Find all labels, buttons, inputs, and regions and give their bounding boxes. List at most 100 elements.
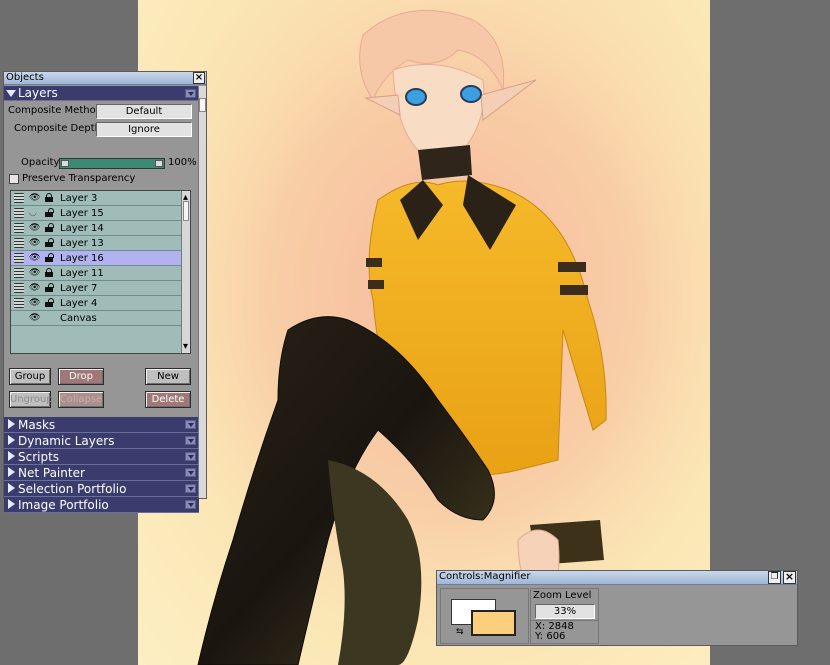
section-menu-icon[interactable] (185, 436, 196, 445)
layer-item[interactable]: ◡ Layer 15 (11, 206, 182, 221)
composite-method-dropdown[interactable]: Default (96, 104, 192, 119)
layer-name: Canvas (60, 313, 97, 324)
opacity-increase-icon[interactable] (155, 160, 163, 167)
collapse-button[interactable]: Collapse (58, 391, 104, 408)
scripts-section-header[interactable]: Scripts (4, 449, 199, 465)
objects-palette-titlebar[interactable]: Objects × (4, 72, 206, 85)
section-label: Image Portfolio (18, 498, 109, 512)
unlock-icon[interactable] (45, 283, 54, 292)
canvas-layer-item[interactable]: 👁 Canvas (11, 311, 182, 326)
objects-palette-scrollbar[interactable] (198, 86, 206, 498)
objects-palette-title: Objects (6, 72, 44, 83)
layers-section: Layers Composite Method Default Composit… (4, 86, 199, 513)
section-menu-icon[interactable] (185, 484, 196, 493)
scroll-thumb[interactable] (199, 98, 206, 112)
section-menu-icon[interactable] (185, 500, 196, 509)
close-icon[interactable]: × (193, 72, 205, 84)
eye-icon[interactable]: 👁 (29, 239, 40, 248)
unlock-icon[interactable] (45, 238, 54, 247)
layer-item[interactable]: 👁 Layer 14 (11, 221, 182, 236)
zoom-level-label: Zoom Level (533, 590, 592, 601)
document-canvas[interactable] (138, 0, 710, 665)
layer-stack-icon (14, 283, 24, 293)
layer-item[interactable]: 👁 Layer 7 (11, 281, 182, 296)
eye-icon[interactable]: 👁 (29, 284, 40, 293)
eye-icon[interactable]: 👁 (29, 254, 40, 263)
layers-section-header[interactable]: Layers (4, 86, 199, 101)
section-menu-icon[interactable] (185, 468, 196, 477)
layer-item[interactable]: 👁 Layer 4 (11, 296, 182, 311)
restore-icon[interactable]: ❐ (768, 571, 781, 584)
delete-layer-button[interactable]: Delete (145, 391, 191, 408)
section-label: Dynamic Layers (18, 434, 115, 448)
dynamic-layers-section-header[interactable]: Dynamic Layers (4, 433, 199, 449)
zoom-level-group: Zoom Level 33% (530, 588, 599, 621)
triangle-right-icon (8, 499, 15, 509)
scroll-up-icon[interactable]: ▴ (183, 192, 189, 203)
triangle-right-icon (8, 467, 15, 477)
eye-icon[interactable]: 👁 (29, 314, 40, 323)
triangle-right-icon (8, 419, 15, 429)
layer-stack-icon (14, 223, 24, 233)
triangle-right-icon (8, 451, 15, 461)
section-menu-icon[interactable] (185, 452, 196, 461)
layer-stack-icon (14, 253, 24, 263)
triangle-right-icon (8, 483, 15, 493)
lock-icon[interactable] (45, 268, 53, 277)
opacity-slider[interactable] (59, 158, 165, 169)
ungroup-button[interactable]: Ungroup (9, 391, 53, 408)
eye-icon[interactable]: 👁 (29, 224, 40, 233)
layer-name: Layer 14 (60, 223, 104, 234)
unlock-icon[interactable] (45, 208, 54, 217)
section-label: Scripts (18, 450, 60, 464)
net-painter-section-header[interactable]: Net Painter (4, 465, 199, 481)
layer-name: Layer 13 (60, 238, 104, 249)
composite-depth-dropdown[interactable]: Ignore (96, 122, 192, 137)
zoom-level-input[interactable]: 33% (535, 604, 595, 619)
layer-item-selected[interactable]: 👁 Layer 16 (11, 251, 182, 266)
preserve-transparency-checkbox[interactable] (9, 174, 19, 184)
layer-item[interactable]: 👁 Layer 3 (11, 191, 182, 206)
group-button[interactable]: Group (9, 368, 51, 385)
y-coordinate: Y: 606 (535, 631, 566, 642)
layer-item[interactable]: 👁 Layer 13 (11, 236, 182, 251)
opacity-decrease-icon[interactable] (61, 160, 69, 167)
new-layer-button[interactable]: New (145, 368, 191, 385)
layer-name: Layer 16 (60, 253, 104, 264)
section-menu-icon[interactable] (185, 420, 196, 429)
eye-icon[interactable]: 👁 (29, 299, 40, 308)
layer-list[interactable]: 👁 Layer 3 ◡ Layer 15 👁 Layer 14 👁 Layer … (10, 190, 191, 354)
layer-list-scrollbar[interactable]: ▴ ▾ (181, 191, 190, 353)
section-menu-icon[interactable] (185, 89, 196, 98)
drop-button[interactable]: Drop (58, 368, 104, 385)
masks-section-header[interactable]: Masks (4, 417, 199, 433)
preserve-transparency-label: Preserve Transparency (22, 173, 136, 184)
layer-name: Layer 4 (60, 298, 98, 309)
objects-palette: Objects × Layers Composite Method Defaul… (3, 71, 207, 513)
section-label: Masks (18, 418, 56, 432)
lock-icon[interactable] (45, 193, 53, 202)
layer-name: Layer 3 (60, 193, 98, 204)
swap-colors-icon[interactable]: ⇆ (456, 628, 464, 637)
magnifier-palette: Controls:Magnifier ❐ × ⇆ Zoom Level 33% … (436, 570, 798, 646)
close-icon[interactable]: × (783, 571, 796, 584)
magnifier-palette-titlebar[interactable]: Controls:Magnifier ❐ × (437, 571, 797, 585)
unlock-icon[interactable] (45, 298, 54, 307)
scroll-thumb[interactable] (183, 201, 189, 221)
layer-name: Layer 15 (60, 208, 104, 219)
cursor-coordinates: X: 2848 Y: 606 (530, 620, 599, 644)
layer-item[interactable]: 👁 Layer 11 (11, 266, 182, 281)
eye-icon[interactable]: 👁 (29, 269, 40, 278)
triangle-right-icon (8, 435, 15, 445)
image-portfolio-section-header[interactable]: Image Portfolio (4, 497, 199, 513)
layers-section-label: Layers (18, 86, 58, 100)
scroll-down-icon[interactable]: ▾ (183, 341, 189, 352)
unlock-icon[interactable] (45, 223, 54, 232)
eye-closed-icon[interactable]: ◡ (29, 209, 37, 218)
primary-color-swatch[interactable] (471, 610, 516, 636)
artwork-illustration (138, 0, 710, 665)
magnifier-palette-title: Controls:Magnifier (439, 571, 531, 582)
eye-icon[interactable]: 👁 (29, 194, 40, 203)
selection-portfolio-section-header[interactable]: Selection Portfolio (4, 481, 199, 497)
unlock-icon[interactable] (45, 253, 54, 262)
